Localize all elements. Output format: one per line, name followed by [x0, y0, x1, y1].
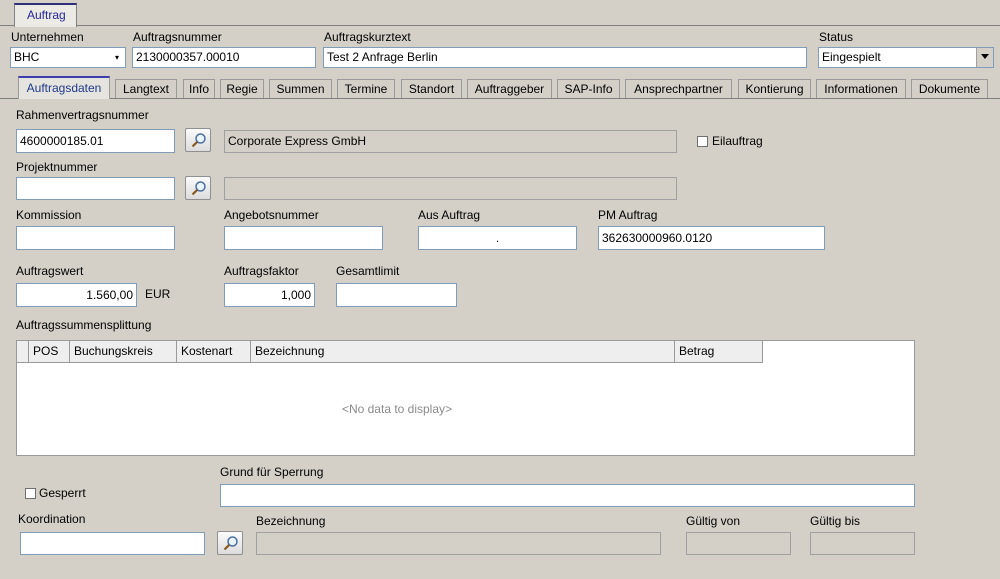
- kommission-label: Kommission: [16, 208, 82, 222]
- tab-info[interactable]: Info: [183, 79, 215, 98]
- tab-sap-info[interactable]: SAP-Info: [557, 79, 620, 98]
- kommission-field[interactable]: [16, 226, 175, 250]
- unternehmen-label: Unternehmen: [11, 30, 84, 44]
- column-header-bezeichnung[interactable]: Bezeichnung: [251, 341, 675, 363]
- koordination-label: Koordination: [18, 512, 86, 526]
- auftragsnummer-field[interactable]: 2130000357.00010: [132, 47, 316, 68]
- status-label: Status: [819, 30, 854, 44]
- tab-regie[interactable]: Regie: [220, 79, 264, 98]
- gueltig-bis-field: [810, 532, 915, 555]
- currency-label: EUR: [145, 287, 171, 301]
- unternehmen-value: BHC: [14, 50, 40, 64]
- unternehmen-select[interactable]: BHC ▾: [10, 47, 126, 68]
- tab-auftragsdaten[interactable]: Auftragsdaten: [18, 76, 110, 99]
- gueltig-von-field: [686, 532, 791, 555]
- chevron-down-icon: ▾: [114, 53, 119, 62]
- tab-langtext[interactable]: Langtext: [115, 79, 177, 98]
- projekt-label: Projektnummer: [16, 160, 98, 174]
- bezeichnung-label: Bezeichnung: [256, 514, 326, 528]
- rahmen-label: Rahmenvertragsnummer: [16, 108, 149, 122]
- eilauftrag-label: Eilauftrag: [712, 134, 763, 148]
- sperrgrund-field[interactable]: [220, 484, 915, 507]
- projekt-name-field: [224, 177, 677, 200]
- gesamtlimit-label: Gesamtlimit: [336, 264, 400, 278]
- tab-dokumente[interactable]: Dokumente: [911, 79, 988, 98]
- gesperrt-checkbox[interactable]: [25, 488, 36, 499]
- chevron-down-icon: [981, 54, 989, 59]
- angebot-label: Angebotsnummer: [224, 208, 319, 222]
- split-label: Auftragssummensplittung: [16, 318, 152, 332]
- gesamtlimit-field[interactable]: [336, 283, 457, 307]
- auftragsnummer-label: Auftragsnummer: [133, 30, 222, 44]
- tab-informationen[interactable]: Informationen: [816, 79, 906, 98]
- tab-auftrag[interactable]: Auftrag: [14, 3, 77, 27]
- projekt-lookup-button[interactable]: [185, 176, 211, 200]
- tab-baseline: [0, 98, 1000, 99]
- tab-auftraggeber[interactable]: Auftraggeber: [467, 79, 552, 98]
- magnifier-icon: [223, 536, 238, 551]
- document-tab-strip: Auftrag: [0, 0, 1000, 27]
- rahmen-company-field: Corporate Express GmbH: [224, 130, 677, 153]
- gueltig-von-label: Gültig von: [686, 514, 741, 528]
- rahmen-lookup-button[interactable]: [185, 128, 211, 152]
- tab-standort[interactable]: Standort: [401, 79, 462, 98]
- kurztext-field[interactable]: Test 2 Anfrage Berlin: [323, 47, 807, 68]
- tab-summen[interactable]: Summen: [269, 79, 332, 98]
- eilauftrag-checkbox[interactable]: [697, 136, 708, 147]
- column-header-pos[interactable]: POS: [29, 341, 70, 363]
- pm-auftrag-label: PM Auftrag: [598, 208, 658, 222]
- koordination-field[interactable]: [20, 532, 205, 555]
- projekt-field[interactable]: [16, 177, 175, 200]
- kurztext-label: Auftragskurztext: [324, 30, 411, 44]
- column-header-betrag[interactable]: Betrag: [675, 341, 763, 363]
- bezeichnung-field: [256, 532, 661, 555]
- koordination-lookup-button[interactable]: [217, 531, 243, 555]
- gesperrt-label: Gesperrt: [39, 486, 86, 500]
- grid-row-indicator-header: [17, 341, 29, 363]
- pm-auftrag-field[interactable]: 362630000960.0120: [598, 226, 825, 250]
- status-value: Eingespielt: [822, 50, 881, 64]
- auftragswert-field[interactable]: 1.560,00: [16, 283, 137, 307]
- grid-empty-message: <No data to display>: [341, 402, 453, 416]
- faktor-field[interactable]: 1,000: [224, 283, 315, 307]
- gueltig-bis-label: Gültig bis: [810, 514, 861, 528]
- tab-kontierung[interactable]: Kontierung: [738, 79, 811, 98]
- status-select[interactable]: Eingespielt: [818, 47, 994, 68]
- auftragswert-label: Auftragswert: [16, 264, 84, 278]
- tab-termine[interactable]: Termine: [337, 79, 395, 98]
- aus-auftrag-label: Aus Auftrag: [418, 208, 481, 222]
- split-grid[interactable]: POS Buchungskreis Kostenart Bezeichnung …: [16, 340, 915, 456]
- rahmen-field[interactable]: 4600000185.01: [16, 129, 175, 153]
- status-dropdown-button[interactable]: [976, 48, 993, 67]
- column-header-buchungskreis[interactable]: Buchungskreis: [70, 341, 177, 363]
- angebot-field[interactable]: [224, 226, 383, 250]
- magnifier-icon: [191, 181, 206, 196]
- magnifier-icon: [191, 133, 206, 148]
- sperrgrund-label: Grund für Sperrung: [220, 465, 324, 479]
- tab-ansprechpartner[interactable]: Ansprechpartner: [625, 79, 732, 98]
- aus-auftrag-field[interactable]: .: [418, 226, 577, 250]
- column-header-kostenart[interactable]: Kostenart: [177, 341, 251, 363]
- faktor-label: Auftragsfaktor: [224, 264, 299, 278]
